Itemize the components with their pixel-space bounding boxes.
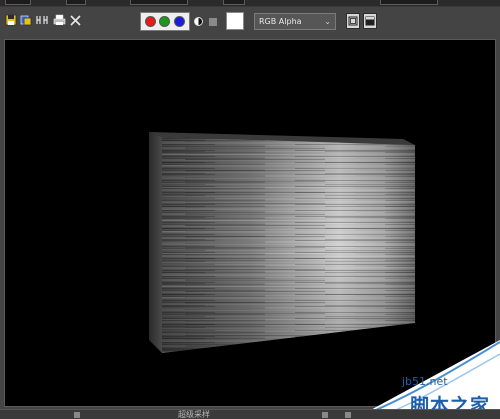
chevron-down-icon: ⌄ [324,17,331,26]
split-view-icon [348,16,358,26]
blue-channel-button[interactable] [174,16,186,27]
top-field[interactable] [5,0,31,5]
bottom-control[interactable] [322,412,328,418]
supersampling-label: 超级采样 [178,410,210,419]
background-swatch[interactable] [226,12,244,30]
split-view-button[interactable] [346,13,360,29]
render-toolbar: RGB Alpha ⌄ [0,8,500,35]
window-icon [365,16,375,26]
top-field[interactable] [130,0,188,5]
close-icon[interactable] [68,13,82,27]
watermark-site: jb51.net [402,375,448,388]
top-toolbar-strip [0,0,500,7]
alpha-icon[interactable] [209,18,217,26]
bottom-control[interactable] [345,412,351,418]
green-channel-button[interactable] [159,16,171,27]
top-field[interactable] [380,0,438,5]
monochrome-icon[interactable] [194,17,203,26]
box-side-face [149,132,162,353]
top-field[interactable] [223,0,245,5]
display-mode-dropdown[interactable]: RGB Alpha ⌄ [254,13,336,30]
render-frame-window: RGB Alpha ⌄ jb51.net 脚本之家 超级采样 [0,0,500,419]
bottom-status-bar: 超级采样 [0,409,500,419]
window-button[interactable] [363,13,377,29]
red-channel-button[interactable] [144,16,156,27]
print-icon[interactable] [52,13,66,27]
save-icon[interactable] [4,13,18,27]
display-mode-value: RGB Alpha [259,17,302,26]
channel-buttons [140,12,190,31]
render-viewport[interactable] [4,39,496,407]
top-field[interactable] [66,0,86,5]
copy-icon[interactable] [19,13,33,27]
clone-icon[interactable] [35,13,49,27]
rendered-image [149,132,415,353]
bottom-control[interactable] [74,412,80,418]
